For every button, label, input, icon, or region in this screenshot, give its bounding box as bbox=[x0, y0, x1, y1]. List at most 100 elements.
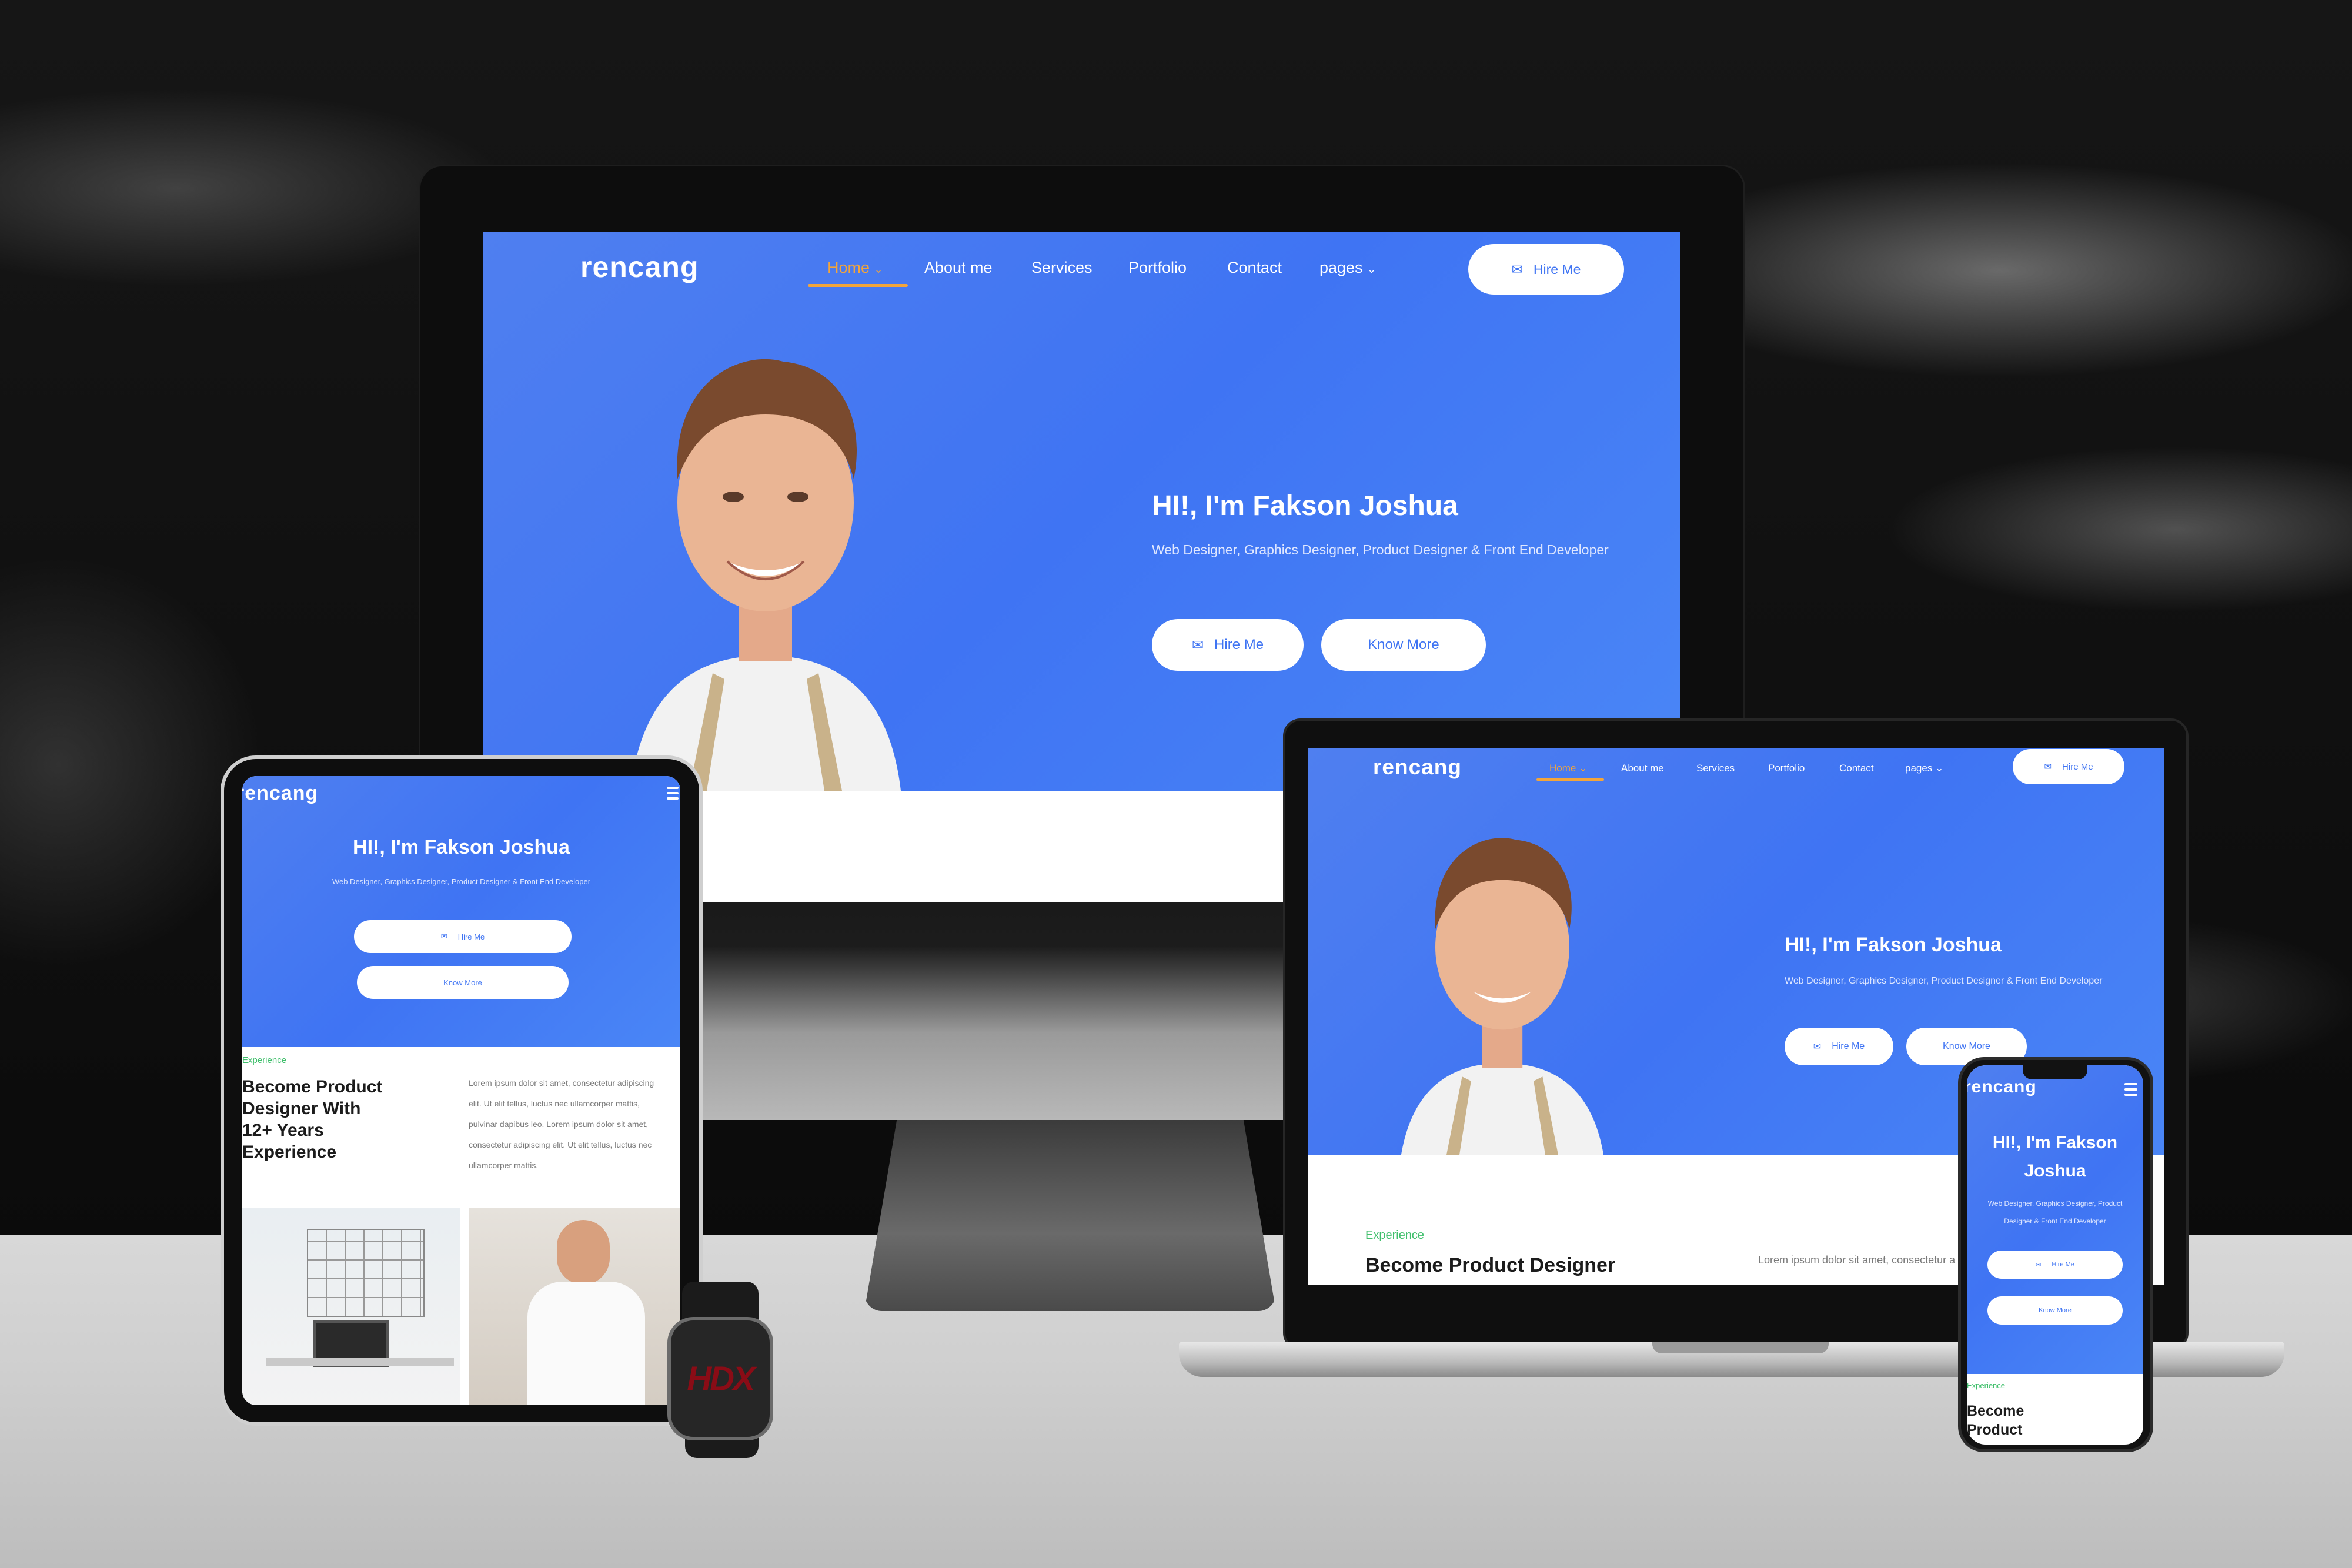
hero-know-more-label: Know More bbox=[443, 978, 482, 987]
hero-know-more-button[interactable]: Know More bbox=[1987, 1296, 2123, 1325]
hero-subtitle-line: Web Designer, Graphics Designer, Product bbox=[1987, 1199, 2123, 1208]
nav-active-underline bbox=[808, 284, 908, 287]
nav-item-services[interactable]: Services bbox=[1696, 763, 1735, 774]
smartwatch: HDX bbox=[667, 1317, 773, 1440]
hero-title: HI!, I'm Fakson Joshua bbox=[1785, 934, 2002, 956]
tablet-screen: rencang HI!, I'm Fakson Joshua Web Desig… bbox=[242, 776, 680, 1405]
hero-hire-me-button[interactable]: ✉ Hire Me bbox=[1987, 1251, 2123, 1279]
brand-logo[interactable]: rencang bbox=[1967, 1077, 2037, 1097]
hero-know-more-button[interactable]: Know More bbox=[357, 966, 569, 999]
brand-logo[interactable]: rencang bbox=[1373, 755, 1462, 780]
envelope-icon: ✉ bbox=[2036, 1261, 2042, 1269]
experience-heading: Become Product Designer bbox=[1365, 1254, 1616, 1276]
laptop-notch bbox=[1652, 1342, 1829, 1353]
experience-tag: Experience bbox=[1967, 1381, 2006, 1390]
hero-hire-me-button[interactable]: ✉ Hire Me bbox=[1785, 1028, 1893, 1065]
experience-body-line: consectetur adipiscing elit. Ut elit tel… bbox=[469, 1140, 652, 1149]
experience-body-line: ullamcorper mattis. bbox=[469, 1161, 539, 1170]
experience-heading: Become Product Designer With 12+ Years E… bbox=[242, 1076, 382, 1163]
hero-title-line: HI!, I'm Fakson bbox=[1992, 1133, 2118, 1152]
hero-hire-me-button[interactable]: ✉ Hire Me bbox=[354, 920, 572, 953]
phone-notch bbox=[2023, 1065, 2087, 1079]
hero-hire-me-label: Hire Me bbox=[1214, 637, 1264, 653]
hamburger-menu-icon[interactable] bbox=[667, 787, 679, 803]
hero-subtitle-line: Designer & Front End Developer bbox=[2004, 1217, 2106, 1225]
hero-subtitle: Web Designer, Graphics Designer, Product… bbox=[1785, 976, 2103, 986]
portfolio-image-workspace[interactable] bbox=[242, 1208, 460, 1405]
hero-title-line: Joshua bbox=[2024, 1161, 2086, 1181]
imac-stand bbox=[864, 1117, 1276, 1311]
hero-know-more-label: Know More bbox=[1368, 637, 1439, 653]
hero-title: HI!, I'm Fakson Joshua bbox=[1152, 490, 1458, 521]
experience-heading-line: Become bbox=[1967, 1403, 2024, 1419]
nav-item-portfolio[interactable]: Portfolio bbox=[1768, 763, 1805, 774]
nav-item-pages[interactable]: pages ⌄ bbox=[1905, 763, 1943, 774]
nav-active-underline bbox=[1536, 778, 1604, 781]
envelope-icon: ✉ bbox=[440, 932, 447, 941]
nav-item-about[interactable]: About me bbox=[1621, 763, 1664, 774]
experience-body-line: Lorem ipsum dolor sit amet, consectetur … bbox=[469, 1078, 654, 1088]
nav-item-about[interactable]: About me bbox=[924, 259, 993, 277]
experience-heading: Become Product bbox=[1967, 1402, 2024, 1439]
nav-item-home-label: Home bbox=[1549, 763, 1576, 774]
desk-surface bbox=[266, 1358, 454, 1366]
person-shirt bbox=[527, 1282, 645, 1405]
nav-item-home-label: Home bbox=[827, 259, 870, 276]
portfolio-image-coffee[interactable] bbox=[469, 1208, 680, 1405]
nav-hire-me-button[interactable]: ✉ Hire Me bbox=[2013, 749, 2124, 784]
hero-hire-me-label: Hire Me bbox=[1832, 1041, 1865, 1051]
nav-item-contact[interactable]: Contact bbox=[1839, 763, 1874, 774]
person-head bbox=[557, 1220, 610, 1285]
experience-body: Lorem ipsum dolor sit amet, consectetur … bbox=[469, 1073, 654, 1176]
experience-tag: Experience bbox=[242, 1055, 287, 1065]
nav-item-pages[interactable]: pages ⌄ bbox=[1319, 259, 1376, 277]
envelope-icon: ✉ bbox=[1191, 637, 1204, 653]
nav-item-portfolio[interactable]: Portfolio bbox=[1128, 259, 1187, 277]
nav-item-contact[interactable]: Contact bbox=[1227, 259, 1282, 277]
hero-subtitle: Web Designer, Graphics Designer, Product… bbox=[1152, 542, 1609, 557]
hero-hire-me-button[interactable]: ✉ Hire Me bbox=[1152, 619, 1304, 671]
hamburger-menu-icon[interactable] bbox=[2124, 1083, 2137, 1099]
experience-body: Lorem ipsum dolor sit amet, consectetur … bbox=[1758, 1254, 1956, 1266]
envelope-icon: ✉ bbox=[1813, 1042, 1822, 1052]
hero-know-more-button[interactable]: Know More bbox=[1321, 619, 1486, 671]
experience-body-line: pulvinar dapibus leo. Lorem ipsum dolor … bbox=[469, 1119, 649, 1129]
nav-hire-me-label: Hire Me bbox=[2062, 761, 2093, 772]
experience-heading-line: Product bbox=[1967, 1422, 2023, 1438]
hero-title: HI!, I'm Fakson Joshua bbox=[1967, 1129, 2143, 1185]
imac-nav-bar: rencang Home ⌄ About me Services Portfol… bbox=[483, 232, 1680, 297]
tablet-hero-section: rencang HI!, I'm Fakson Joshua Web Desig… bbox=[242, 776, 680, 1047]
hero-portrait-image bbox=[630, 359, 901, 791]
hero-title: HI!, I'm Fakson Joshua bbox=[353, 836, 570, 858]
nav-item-services[interactable]: Services bbox=[1031, 259, 1093, 277]
chevron-down-icon: ⌄ bbox=[874, 263, 883, 275]
nav-hire-me-label: Hire Me bbox=[1533, 261, 1581, 277]
watch-logo: HDX bbox=[687, 1359, 755, 1398]
hero-hire-me-label: Hire Me bbox=[2052, 1261, 2074, 1268]
brand-logo[interactable]: rencang bbox=[242, 782, 318, 805]
experience-heading-line: Experience bbox=[242, 1142, 337, 1162]
imac-screen: rencang Home ⌄ About me Services Portfol… bbox=[483, 232, 1680, 791]
envelope-icon: ✉ bbox=[1511, 261, 1523, 277]
brand-logo[interactable]: rencang bbox=[580, 250, 699, 284]
nav-item-home[interactable]: Home ⌄ bbox=[827, 259, 883, 277]
hero-subtitle: Web Designer, Graphics Designer, Product… bbox=[1967, 1195, 2143, 1230]
hero-know-more-label: Know More bbox=[2039, 1307, 2072, 1314]
hero-know-more-label: Know More bbox=[1943, 1041, 1990, 1051]
hero-hire-me-label: Hire Me bbox=[457, 932, 485, 941]
phone-hero-section: rencang HI!, I'm Fakson Joshua Web Desig… bbox=[1967, 1065, 2143, 1374]
experience-heading-line: Become Product bbox=[242, 1077, 383, 1096]
experience-heading-line: Designer With bbox=[242, 1099, 361, 1118]
hero-portrait-image bbox=[1399, 838, 1605, 1166]
chevron-down-icon: ⌄ bbox=[1935, 763, 1944, 774]
wire-grid-photo-board bbox=[307, 1229, 425, 1317]
nav-hire-me-button[interactable]: ✉ Hire Me bbox=[1468, 244, 1624, 295]
experience-body-line: elit. Ut elit tellus, luctus nec ullamco… bbox=[469, 1099, 640, 1108]
experience-heading-line: 12+ Years bbox=[242, 1121, 324, 1140]
nav-item-pages-label: pages bbox=[1319, 259, 1363, 276]
chevron-down-icon: ⌄ bbox=[1367, 263, 1377, 275]
phone-screen: rencang HI!, I'm Fakson Joshua Web Desig… bbox=[1967, 1065, 2143, 1445]
chevron-down-icon: ⌄ bbox=[1579, 763, 1588, 774]
nav-item-home[interactable]: Home ⌄ bbox=[1549, 763, 1587, 774]
nav-item-pages-label: pages bbox=[1905, 763, 1933, 774]
